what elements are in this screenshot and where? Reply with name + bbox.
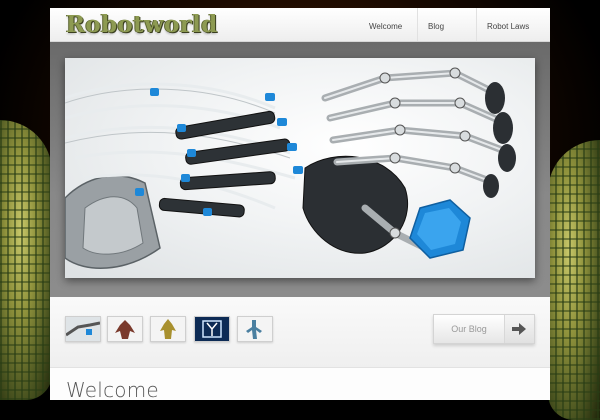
red-robot-thumbnail (108, 317, 142, 341)
nav-item-welcome[interactable]: Welcome (364, 8, 417, 41)
background-robot-arm-left (0, 120, 52, 400)
page-title: Welcome (66, 378, 159, 402)
site-header: Robotworld Welcome Blog Robot Laws (50, 8, 550, 42)
x-ray-robot-thumbnail (195, 317, 229, 341)
site-logo[interactable]: Robotworld (66, 11, 218, 38)
background-robot-arm-right (548, 140, 600, 420)
robot-arm-thumbnail (66, 317, 100, 341)
thumbnail-5[interactable] (237, 316, 273, 342)
thumbnail-bar: Our Blog (50, 297, 550, 368)
our-blog-label: Our Blog (451, 324, 487, 334)
nav-item-blog[interactable]: Blog (417, 8, 476, 41)
hero-slider (50, 42, 550, 297)
thumbnail-1[interactable] (65, 316, 101, 342)
hero-slide-image[interactable] (65, 58, 535, 278)
arrow-right-icon (504, 315, 534, 343)
thumbnail-4[interactable] (194, 316, 230, 342)
nav-item-robot-laws[interactable]: Robot Laws (476, 8, 550, 41)
robot-hand-illustration (65, 67, 516, 269)
main-nav: Welcome Blog Robot Laws (364, 8, 550, 41)
thumbnail-3[interactable] (150, 316, 186, 342)
page-container: Robotworld Welcome Blog Robot Laws Our B… (50, 8, 550, 402)
thumbnail-2[interactable] (107, 316, 143, 342)
blue-robot-thumbnail (238, 317, 272, 341)
our-blog-button[interactable]: Our Blog (433, 314, 535, 344)
yellow-robot-thumbnail (151, 317, 185, 341)
